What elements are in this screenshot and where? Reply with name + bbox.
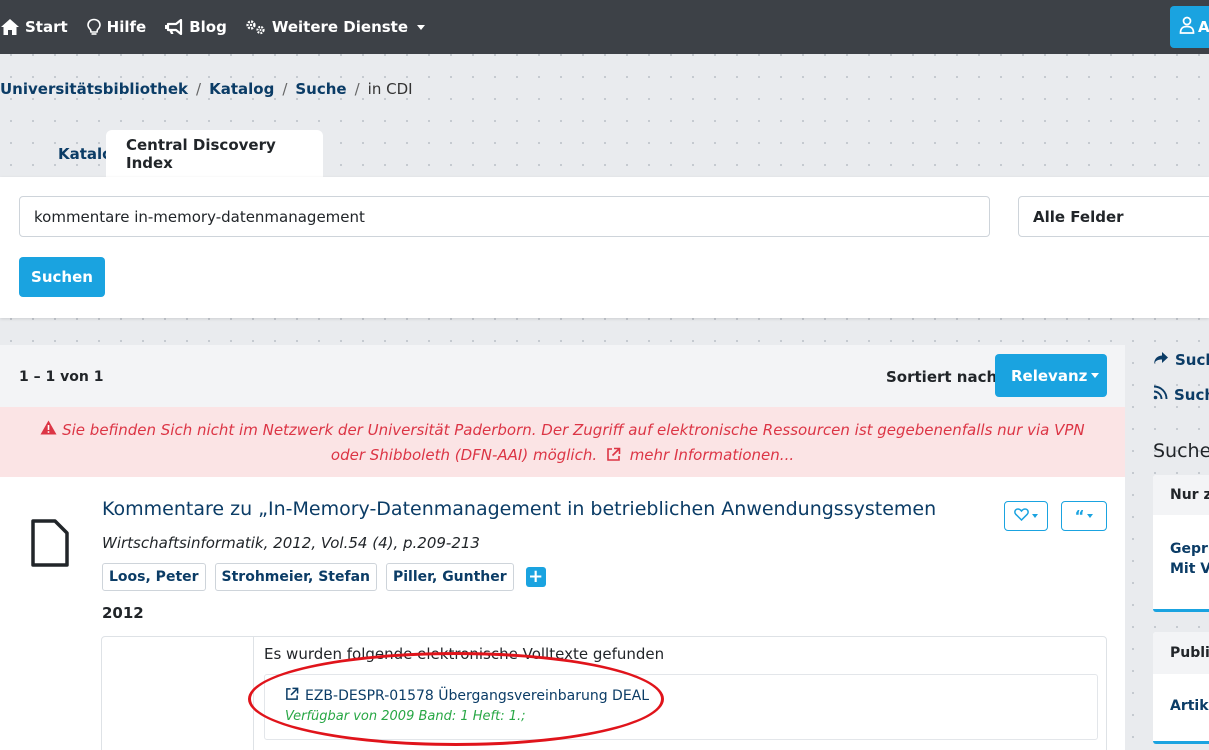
result-count: 1 – 1 von 1	[19, 369, 104, 385]
heart-icon	[1014, 507, 1029, 525]
search-panel: Alle Felder Suchen	[0, 177, 1209, 318]
rss-icon	[1153, 385, 1168, 404]
top-navbar: Start Hilfe Blog Weitere Dienste A	[0, 0, 1209, 54]
sort-label: Sortiert nach	[886, 368, 998, 386]
external-link-icon	[606, 445, 621, 470]
cite-button[interactable]: “	[1061, 501, 1107, 531]
user-icon	[1179, 16, 1195, 38]
nav-start-label: Start	[25, 18, 68, 36]
breadcrumb-item-katalog[interactable]: Katalog	[209, 80, 274, 98]
breadcrumb-item-ub[interactable]: Universitätsbibliothek	[0, 80, 188, 98]
nav-weitere-dienste[interactable]: Weitere Dienste	[245, 18, 426, 36]
lightbulb-icon	[86, 18, 102, 36]
megaphone-icon	[164, 19, 184, 35]
search-field-select[interactable]: Alle Felder	[1018, 196, 1209, 237]
sort-value: Relevanz	[1011, 366, 1088, 385]
external-link-icon	[285, 687, 299, 705]
chevron-down-icon	[1032, 514, 1038, 518]
fulltext-heading: Es wurden folgende elektronische Volltex…	[264, 645, 665, 663]
fulltext-availability: Verfügbar von 2009 Band: 1 Heft: 1.;	[285, 709, 526, 724]
tab-central-discovery-index[interactable]: Central Discovery Index	[106, 130, 323, 178]
favorite-button[interactable]	[1004, 501, 1048, 531]
nav-weitere-label: Weitere Dienste	[271, 18, 409, 36]
sidebar-rss-link[interactable]: Such	[1153, 385, 1209, 404]
alert-text: Sie befinden Sich nicht im Netzwerk der …	[62, 421, 1085, 464]
account-button[interactable]: A	[1170, 6, 1209, 48]
author-list: Loos, Peter Strohmeier, Stefan Piller, G…	[102, 563, 546, 591]
result-year: 2012	[102, 604, 144, 622]
fulltext-thumbnail-area	[102, 637, 254, 750]
fulltext-box: Es wurden folgende elektronische Volltex…	[101, 636, 1107, 750]
sidebar-link-label: Such	[1175, 351, 1209, 369]
alert-more-info-link[interactable]: mehr Informationen...	[630, 446, 794, 464]
chevron-down-icon	[1087, 514, 1094, 518]
facet-box: Nur z Gepru Mit V	[1153, 475, 1209, 612]
chevron-down-icon	[417, 24, 426, 30]
share-icon	[1153, 351, 1169, 369]
search-input[interactable]	[19, 196, 990, 237]
breadcrumb-separator: /	[196, 80, 202, 98]
author-chip[interactable]: Loos, Peter	[102, 563, 206, 591]
fulltext-link-label: EZB-DESPR-01578 Übergangsvereinbarung DE…	[305, 688, 650, 704]
sort-dropdown-button[interactable]: Relevanz	[995, 354, 1107, 397]
facet-heading: Publi	[1153, 632, 1209, 674]
nav-blog-label: Blog	[189, 18, 227, 36]
breadcrumb-separator: /	[282, 80, 288, 98]
nav-blog[interactable]: Blog	[164, 18, 227, 36]
facet-item[interactable]: Mit V	[1153, 559, 1209, 579]
result-title[interactable]: Kommentare zu „In-Memory-Datenmanagement…	[102, 498, 936, 520]
sidebar-heading: Suche	[1153, 440, 1209, 462]
fulltext-item: EZB-DESPR-01578 Übergangsvereinbarung DE…	[264, 674, 1098, 740]
breadcrumb-current: in CDI	[367, 80, 413, 98]
result-source: Wirtschaftsinformatik, 2012, Vol.54 (4),…	[102, 534, 480, 552]
breadcrumb-separator: /	[354, 80, 360, 98]
nav-start[interactable]: Start	[0, 18, 68, 36]
facet-box: Publi Artik	[1153, 632, 1209, 744]
nav-hilfe-label: Hilfe	[106, 18, 147, 36]
warning-icon	[40, 418, 57, 443]
fulltext-link[interactable]: EZB-DESPR-01578 Übergangsvereinbarung DE…	[285, 687, 649, 705]
network-warning-alert: Sie befinden Sich nicht im Netzwerk der …	[0, 407, 1125, 477]
account-label: A	[1198, 18, 1209, 36]
results-header: 1 – 1 von 1 Sortiert nach Relevanz	[0, 345, 1125, 407]
home-icon	[0, 18, 20, 36]
facet-item[interactable]: Artik	[1153, 696, 1209, 716]
breadcrumb-item-suche[interactable]: Suche	[295, 80, 346, 98]
breadcrumb: Universitätsbibliothek / Katalog / Suche…	[0, 80, 413, 98]
chevron-down-icon	[1091, 373, 1100, 378]
facet-item[interactable]: Gepru	[1153, 539, 1209, 559]
show-more-authors-button[interactable]: +	[525, 567, 546, 587]
cogs-icon	[245, 19, 267, 35]
facet-heading: Nur z	[1153, 475, 1209, 515]
results-panel: 1 – 1 von 1 Sortiert nach Relevanz Sie b…	[0, 345, 1125, 750]
nav-hilfe[interactable]: Hilfe	[86, 18, 147, 36]
author-chip[interactable]: Strohmeier, Stefan	[214, 563, 377, 591]
sidebar-link-label: Such	[1174, 385, 1209, 404]
author-chip[interactable]: Piller, Gunther	[386, 563, 514, 591]
quote-icon: “	[1074, 507, 1085, 525]
sidebar-share-search-link[interactable]: Such	[1153, 351, 1209, 369]
document-icon	[30, 518, 70, 572]
search-button[interactable]: Suchen	[19, 257, 105, 297]
